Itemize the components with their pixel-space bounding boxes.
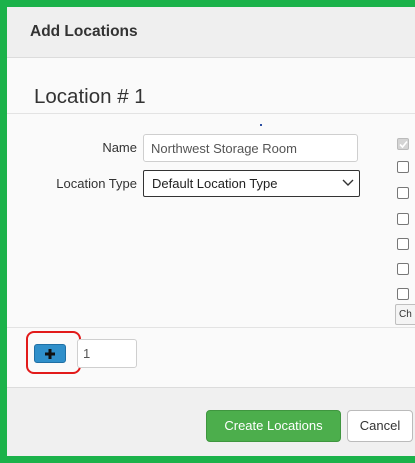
checkbox[interactable] xyxy=(397,288,409,300)
checkbox[interactable] xyxy=(397,213,409,225)
section-divider xyxy=(7,327,415,328)
chevron-down-icon xyxy=(342,179,354,186)
name-label: Name xyxy=(102,140,137,155)
checkbox[interactable] xyxy=(397,238,409,250)
cancel-button[interactable]: Cancel xyxy=(347,410,413,442)
create-locations-button[interactable]: Create Locations xyxy=(206,410,341,442)
checkbox-disabled-checked xyxy=(397,138,409,150)
checkbox[interactable] xyxy=(397,161,409,173)
dot-marker xyxy=(260,124,262,126)
checkbox[interactable] xyxy=(397,263,409,275)
location-name-input[interactable] xyxy=(143,134,358,162)
dialog-header: Add Locations xyxy=(7,7,415,58)
dialog-title: Add Locations xyxy=(30,23,138,40)
location-type-value: Default Location Type xyxy=(152,176,278,191)
location-count-input[interactable] xyxy=(77,339,137,368)
location-heading: Location # 1 xyxy=(34,85,146,108)
location-type-select[interactable]: Default Location Type xyxy=(143,170,360,197)
location-type-label: Location Type xyxy=(56,176,137,191)
section-divider xyxy=(7,113,415,114)
red-callout-highlight xyxy=(26,331,81,374)
add-locations-dialog: Add Locations Location # 1 Name Location… xyxy=(7,7,415,456)
panel-button[interactable]: Ch xyxy=(395,304,415,325)
checkbox[interactable] xyxy=(397,187,409,199)
